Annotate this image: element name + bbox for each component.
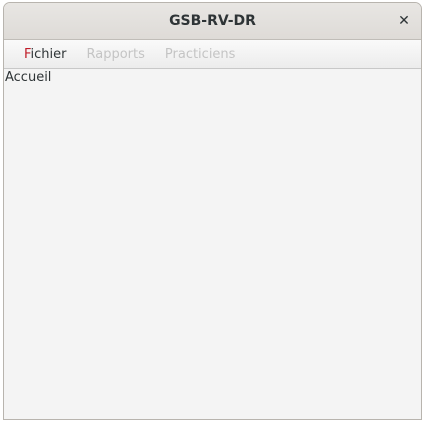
app-window: GSB-RV-DR ✕ Fichier Rapports Practiciens…: [3, 2, 422, 420]
main-content: Accueil: [4, 69, 421, 86]
menu-fichier[interactable]: Fichier: [14, 47, 77, 62]
window-title: GSB-RV-DR: [169, 13, 256, 29]
page-title: Accueil: [5, 70, 52, 85]
menu-label: ichier: [30, 46, 67, 62]
title-bar[interactable]: GSB-RV-DR ✕: [4, 3, 421, 40]
menu-practiciens[interactable]: Practiciens: [155, 47, 246, 62]
menu-rapports[interactable]: Rapports: [77, 47, 155, 62]
close-icon[interactable]: ✕: [395, 12, 413, 30]
menu-bar: Fichier Rapports Practiciens: [4, 40, 421, 69]
